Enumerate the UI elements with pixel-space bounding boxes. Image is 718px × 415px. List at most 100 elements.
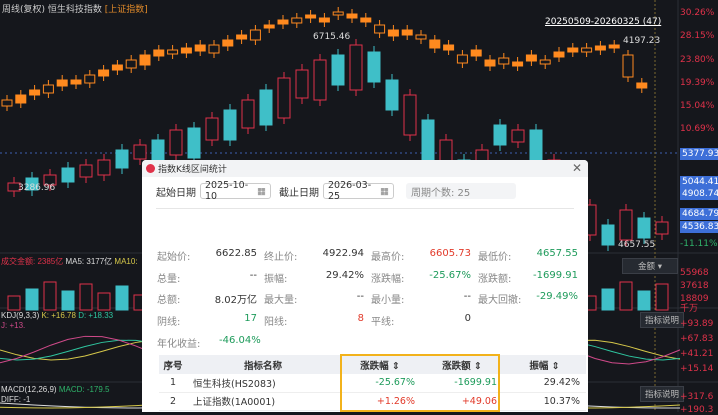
chart-header: 周线(复权) 恒生科技指数 [上证指数] (2, 5, 148, 15)
compare-candle (29, 89, 41, 96)
dialog-title: 指数K线区间统计 (158, 165, 227, 175)
compare-candle (636, 82, 648, 89)
volume-label: 成交金额: 2385亿 MA5: 3177亿 MA10: (1, 257, 138, 266)
compare-candle (346, 13, 358, 19)
candle (79, 164, 93, 178)
start-date-input[interactable]: 2025-10-10 ▦ (200, 180, 271, 202)
axis-pct: 28.15% (680, 31, 715, 41)
candle (637, 217, 651, 239)
stat-value: 6605.73 (429, 248, 471, 259)
range-label[interactable]: 20250509-20260325 (47) (545, 17, 661, 27)
candle (385, 79, 399, 111)
close-icon[interactable]: ✕ (572, 161, 582, 175)
volume-bar (79, 283, 93, 311)
stat-value: 17 (244, 313, 257, 325)
candle (493, 124, 507, 146)
axis-kdj: +93.89 (680, 319, 714, 329)
col-header: 序号 (159, 355, 187, 374)
candle (133, 144, 147, 160)
compare-candle (429, 39, 441, 49)
price-tag: 5044.41 (680, 176, 718, 188)
stat-value: -46.04% (219, 334, 261, 346)
compare-candle (139, 54, 151, 66)
candle (115, 149, 129, 169)
axis-kdj: +41.21 (680, 349, 714, 359)
interval-stats-dialog: 指数K线区间统计 ✕ 起始日期 2025-10-10 ▦ 截止日期 2026-03… (142, 160, 588, 412)
axis-macd: +190.3 (680, 405, 714, 415)
stat-value: 29.42% (325, 269, 364, 281)
axis-kdj: +67.83 (680, 334, 714, 344)
price-tag: 4908.74 (680, 188, 718, 200)
candle (421, 119, 435, 161)
candle (619, 209, 633, 241)
price-tag: 5377.93 (680, 148, 718, 160)
compare-candle (622, 54, 634, 78)
candle (313, 59, 327, 101)
price-tag: 4684.79 (680, 208, 718, 220)
candle (349, 44, 363, 91)
kdj-explain-button[interactable]: 指标说明 (640, 312, 685, 328)
axis-pct: 19.39% (680, 78, 715, 88)
compare-candle (70, 79, 82, 85)
compare-candle (498, 57, 510, 65)
candle (223, 109, 237, 141)
volume-bar (637, 290, 651, 311)
volume-bar (7, 295, 21, 311)
stat-value: -- (463, 291, 471, 303)
compare-candle (539, 59, 551, 65)
candle (511, 129, 525, 143)
macd-explain-button[interactable]: 指标说明 (640, 386, 685, 402)
volume-bar (43, 281, 57, 311)
col-header-sortable[interactable]: 振幅 ⇕ (503, 355, 586, 374)
stat-value: -- (356, 291, 364, 303)
compare-candle (125, 59, 137, 69)
cell: 1 (159, 374, 187, 393)
compare-low-label: 4657.55 (618, 240, 656, 250)
stat-value: 0 (464, 313, 471, 325)
volume-bar (25, 288, 39, 311)
candle (655, 221, 669, 235)
compare-candle (42, 84, 54, 94)
candle (295, 69, 309, 99)
volume-type-dropdown[interactable]: 金额 ▾ (622, 258, 678, 274)
axis-pct: 30.26% (680, 8, 715, 18)
stat-value: -25.67% (429, 269, 471, 281)
compare-candle (208, 44, 220, 54)
candle (97, 159, 111, 176)
volume-bar (61, 290, 75, 311)
compare-candle (56, 79, 68, 87)
axis-kdj: +15.14 (680, 364, 714, 374)
compare-candle (332, 11, 344, 16)
compare-candle (318, 17, 330, 23)
candle (277, 77, 291, 119)
compare-candle (374, 24, 386, 34)
compare-candle (1, 99, 13, 107)
end-date-input[interactable]: 2026-03-25 ▦ (323, 180, 394, 202)
stat-value: 4657.55 (536, 248, 578, 259)
axis-pct: 15.04% (680, 101, 715, 111)
compare-candle (153, 49, 165, 57)
stat-value: 4922.94 (322, 248, 364, 259)
candle (241, 99, 255, 129)
calendar-icon[interactable]: ▦ (380, 186, 389, 197)
macd-label: MACD(12,26,9) MACD: -179.5 DIFF: -1 (1, 385, 110, 404)
dialog-titlebar: 指数K线区间统计 ✕ (142, 160, 588, 177)
compare-candle (553, 51, 565, 58)
cell: 29.42% (503, 374, 586, 393)
low-price-label: 3286.96 (18, 183, 56, 193)
compare-candle (581, 47, 593, 53)
compare-candle (608, 44, 620, 49)
candle (331, 54, 345, 86)
compare-candle (249, 29, 261, 41)
period-count: 周期个数: 25 (406, 183, 516, 199)
stat-value: -29.49% (536, 291, 578, 303)
candle (367, 51, 381, 83)
volume-bar (601, 288, 615, 311)
compare-candle (194, 44, 206, 52)
compare-candle (415, 34, 427, 40)
stat-value: 6622.85 (215, 248, 257, 259)
compare-candle (456, 54, 468, 64)
compare-candle (360, 17, 372, 23)
calendar-icon[interactable]: ▦ (257, 186, 266, 197)
volume-bar (97, 292, 111, 311)
